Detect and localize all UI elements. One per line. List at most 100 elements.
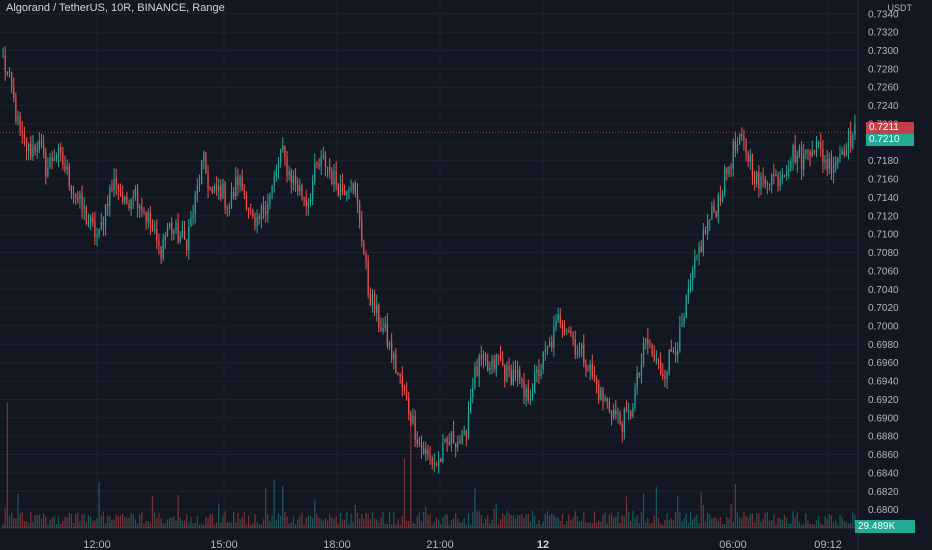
volume-bar	[461, 522, 463, 528]
volume-bar	[418, 512, 421, 528]
candle-body	[632, 408, 634, 417]
volume-bar	[96, 518, 98, 528]
x-tick-label: 12:00	[83, 539, 111, 550]
volume-bar	[645, 522, 647, 528]
volume-bar	[403, 458, 406, 528]
chart-area[interactable]: 0.73400.73200.73000.72800.72600.72400.72…	[0, 0, 932, 550]
candle-body	[19, 116, 21, 132]
volume-bar	[553, 515, 555, 528]
volume-bar	[62, 520, 64, 528]
candle-body	[68, 166, 70, 187]
candle-body	[452, 431, 455, 444]
volume-bar	[749, 513, 751, 528]
volume-bar	[826, 519, 828, 528]
candle-body	[747, 153, 749, 162]
candle-body	[444, 438, 446, 443]
grid	[0, 0, 859, 550]
price-axis[interactable]: 0.73400.73200.73000.72800.72600.72400.72…	[868, 9, 899, 516]
volume-bar	[386, 523, 389, 528]
candle-body	[136, 188, 139, 209]
volume-bar	[668, 520, 670, 528]
volume-bar	[578, 521, 581, 528]
volume-bar	[181, 521, 184, 528]
volume-bar	[215, 522, 218, 528]
volume-bar	[382, 512, 384, 528]
volume-bar	[260, 524, 263, 528]
candle-body	[329, 167, 331, 172]
volume-bar	[660, 523, 662, 528]
candles	[2, 45, 856, 474]
candle-body	[540, 369, 542, 377]
volume-bar	[23, 520, 26, 528]
candle-body	[8, 71, 11, 73]
candle-body	[668, 349, 670, 371]
volume-bar	[529, 521, 532, 528]
candle-body	[739, 133, 741, 145]
candle-body	[211, 189, 213, 193]
x-tick-label: 09:12	[814, 539, 842, 550]
volume-bar	[13, 518, 15, 528]
candle-body	[651, 345, 653, 355]
volume-bar	[431, 524, 433, 528]
candle-body	[55, 156, 58, 159]
volume-bar	[561, 513, 564, 528]
candle-body	[837, 158, 839, 163]
volume-bar	[207, 518, 209, 528]
volume-bar	[591, 523, 593, 528]
candle-body	[237, 177, 239, 186]
candle-body	[704, 230, 707, 234]
y-tick-label: 0.6940	[868, 377, 899, 388]
price-chart[interactable]: 0.73400.73200.73000.72800.72600.72400.72…	[0, 0, 932, 550]
volume-bar	[297, 519, 299, 528]
candle-body	[557, 314, 559, 321]
candle-body	[102, 221, 105, 226]
volume-bar	[655, 487, 658, 528]
volume-bar	[81, 514, 83, 528]
candle-body	[619, 412, 621, 424]
volume-bar	[444, 514, 446, 528]
candle-body	[809, 151, 811, 157]
volume-bar	[841, 517, 843, 528]
candle-body	[117, 185, 119, 190]
volume-bar	[15, 518, 17, 528]
volume-bar	[203, 524, 205, 528]
volume-bar	[835, 519, 837, 528]
volume-bar	[497, 523, 500, 528]
candle-body	[230, 191, 233, 207]
volume-bar	[164, 523, 166, 528]
volume-bar	[630, 520, 632, 528]
volume-bar	[662, 524, 664, 528]
volume-bar	[361, 514, 363, 528]
volume-bar	[595, 522, 598, 528]
time-axis[interactable]: 12:00 15:00 18:00 21:00 12 06:00 09:12	[83, 539, 842, 550]
volume-bar	[77, 512, 79, 528]
candle-body	[563, 327, 566, 332]
candle-body	[17, 116, 19, 122]
candle-body	[606, 398, 608, 402]
candle-body	[687, 289, 690, 297]
candle-body	[145, 212, 147, 222]
candle-body	[570, 331, 572, 335]
volume-bar	[847, 523, 850, 528]
candle-body	[792, 145, 794, 162]
volume-bar	[807, 520, 809, 528]
candle-body	[800, 147, 803, 170]
candle-body	[602, 388, 604, 402]
candle-body	[151, 224, 154, 230]
volume-bar	[245, 524, 248, 528]
candle-body	[215, 186, 218, 191]
candle-body	[282, 145, 284, 151]
candle-body	[57, 147, 60, 157]
candle-body	[728, 166, 730, 175]
volume-bar	[141, 511, 143, 528]
volume-bar	[395, 524, 397, 528]
volume-tag: 29.489K	[855, 520, 915, 533]
volume-bar	[113, 519, 115, 528]
candle-body	[361, 220, 363, 242]
candle-body	[828, 158, 830, 169]
volume-bar	[815, 520, 818, 528]
candle-body	[493, 359, 495, 370]
volume-bar	[830, 515, 833, 528]
candle-body	[561, 324, 564, 328]
volume-bar	[139, 514, 141, 528]
